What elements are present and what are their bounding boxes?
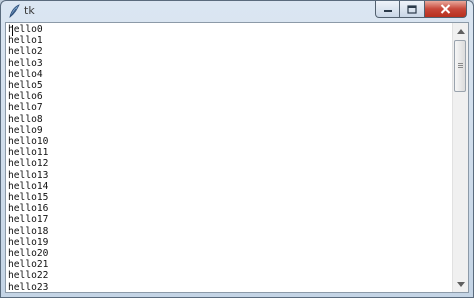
text-line: hello7 xyxy=(8,102,43,114)
text-line: hello22 xyxy=(8,270,49,282)
scroll-down-button[interactable] xyxy=(453,276,468,292)
window-title: tk xyxy=(24,4,35,17)
text-line: hello21 xyxy=(8,259,49,271)
caption-buttons xyxy=(375,1,467,19)
minimize-icon xyxy=(383,10,392,12)
text-line: hello0 xyxy=(8,24,43,35)
text-line: hello15 xyxy=(8,192,49,203)
text-line: hello17 xyxy=(8,214,49,226)
text-line: hello4 xyxy=(8,68,43,80)
text-line: hello16 xyxy=(8,203,49,215)
arrow-down-icon xyxy=(456,281,465,287)
title-bar[interactable]: tk xyxy=(1,1,473,21)
text-line: hello19 xyxy=(8,236,49,248)
scrollbar-thumb[interactable] xyxy=(454,40,466,92)
vertical-scrollbar[interactable] xyxy=(452,23,468,292)
thumb-grip-line xyxy=(458,67,463,68)
maximize-icon xyxy=(407,4,417,14)
maximize-button[interactable] xyxy=(400,1,424,18)
tk-window: tk hello0 hello1 hello2 hello3 hello4 hello5 h… xyxy=(0,0,474,298)
text-line: hello11 xyxy=(8,147,49,159)
text-line: hello14 xyxy=(8,180,49,192)
text-line: hello23 xyxy=(8,281,49,292)
close-icon xyxy=(440,4,451,14)
text-line: hello10 xyxy=(8,136,49,147)
text-line: hello5 xyxy=(8,80,43,91)
minimize-button[interactable] xyxy=(375,1,400,18)
thumb-grip-line xyxy=(458,65,463,66)
text-line: hello13 xyxy=(8,169,49,181)
text-line: hello18 xyxy=(8,225,49,237)
text-line: hello12 xyxy=(8,158,49,170)
text-line: hello1 xyxy=(8,35,43,47)
text-line: hello9 xyxy=(8,124,43,136)
arrow-up-icon xyxy=(456,28,465,34)
thumb-grip-line xyxy=(458,63,463,64)
text-line: hello8 xyxy=(8,113,43,125)
scroll-up-button[interactable] xyxy=(453,23,468,39)
text-widget[interactable]: hello0 hello1 hello2 hello3 hello4 hello5 hell… xyxy=(6,23,453,292)
window-client-area: hello0 hello1 hello2 hello3 hello4 hello5 hell… xyxy=(5,22,469,293)
text-line: hello20 xyxy=(8,248,49,259)
text-line: hello6 xyxy=(8,91,43,103)
text-line: hello3 xyxy=(8,57,43,69)
text-line: hello2 xyxy=(8,46,43,58)
feather-icon xyxy=(9,4,20,18)
close-button[interactable] xyxy=(424,1,467,18)
